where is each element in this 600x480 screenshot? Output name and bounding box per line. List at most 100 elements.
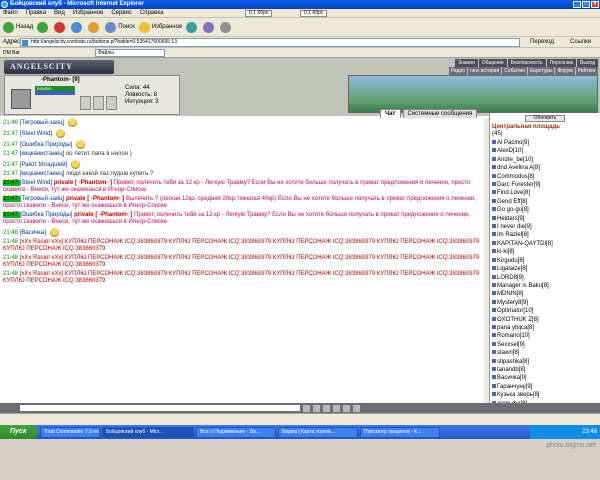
- user-list-item[interactable]: Romano[10]: [492, 332, 598, 340]
- refresh-button[interactable]: [71, 21, 84, 33]
- user-list-item[interactable]: pana ybijca[8]: [492, 324, 598, 332]
- refresh-list-button[interactable]: Обновить: [525, 115, 565, 122]
- message-nick[interactable]: [Steel Wind]: [20, 131, 54, 137]
- user-list-item[interactable]: Andre_be[10]: [492, 156, 598, 164]
- user-list-item[interactable]: Darc Forester[9]: [492, 181, 598, 189]
- user-list-item[interactable]: Sexxsel[9]: [492, 341, 598, 349]
- user-list-item[interactable]: stawri[8]: [492, 349, 598, 357]
- equip-slot[interactable]: [80, 96, 91, 110]
- chat-input[interactable]: [20, 405, 300, 411]
- maximize-button[interactable]: □: [582, 1, 590, 8]
- private-target[interactable]: private [ -Phantom- ]: [54, 180, 114, 186]
- clear-icon[interactable]: [323, 404, 330, 412]
- location-scene[interactable]: [348, 75, 598, 113]
- user-list-item[interactable]: tanandb[8]: [492, 366, 598, 374]
- nav-rating[interactable]: Рейтинг: [575, 67, 598, 75]
- nav-forum[interactable]: Форум: [555, 67, 575, 75]
- nav-knowledge[interactable]: Знания: [454, 59, 478, 67]
- message-nick[interactable]: [Тигровый-заяц]: [20, 196, 66, 202]
- menu-file[interactable]: Файл: [3, 10, 18, 16]
- message-nick[interactable]: [xXx Rasiel xXx]: [20, 271, 65, 277]
- user-list-item[interactable]: LORD8[9]: [492, 274, 598, 282]
- address-input[interactable]: http://angelscity.combats.ru/buttons.pl?…: [20, 38, 520, 47]
- task-exchange[interactable]: Биржа | Карта торгов...: [278, 426, 358, 438]
- message-nick[interactable]: [кицканистанец]: [20, 151, 66, 157]
- user-list-item[interactable]: KAPITAN-QAYTDI[8]: [492, 240, 598, 248]
- user-list-item[interactable]: Ligalaize[8]: [492, 265, 598, 273]
- user-list-item[interactable]: Gend Eff[8]: [492, 198, 598, 206]
- menu-tools[interactable]: Сервис: [111, 10, 132, 16]
- message-nick[interactable]: [xXx Rasiel xXx]: [20, 255, 65, 261]
- message-nick[interactable]: [Ошибка Природы]: [20, 142, 74, 148]
- user-list-item[interactable]: Manager is Baku[8]: [492, 282, 598, 290]
- back-button[interactable]: Назад: [3, 21, 33, 33]
- user-list-item[interactable]: AlexD[10]: [492, 147, 598, 155]
- nav-events[interactable]: События: [502, 67, 527, 75]
- character-name[interactable]: -Phantom- [9]: [41, 77, 80, 83]
- message-nick[interactable]: [xXx Rasiel xXx]: [20, 239, 65, 245]
- nav-eurotours[interactable]: Евротуры: [527, 67, 555, 75]
- user-list-item[interactable]: ki-ki[8]: [492, 248, 598, 256]
- task-dungeons[interactable]: Все о Подземельях - Da...: [196, 426, 276, 438]
- nav-character[interactable]: Персонаж: [546, 59, 577, 67]
- message-nick[interactable]: [Ракот Младший]: [20, 162, 69, 168]
- forward-button[interactable]: [37, 21, 50, 33]
- nav-security[interactable]: Безопасность: [507, 59, 546, 67]
- start-button[interactable]: Пуск: [0, 425, 38, 439]
- media-button[interactable]: [186, 21, 199, 33]
- user-list-item[interactable]: Kirgudu[8]: [492, 257, 598, 265]
- user-list-item[interactable]: Mystery8[9]: [492, 299, 598, 307]
- user-list-item[interactable]: Heldars[9]: [492, 215, 598, 223]
- equip-slot[interactable]: [106, 96, 117, 110]
- menu-edit[interactable]: Правка: [26, 10, 46, 16]
- user-list-item[interactable]: stipashka[8]: [492, 358, 598, 366]
- task-total-commander[interactable]: Total Commander 7.0 rel...: [40, 426, 100, 438]
- private-target[interactable]: private [ -Phantom- ]: [74, 212, 134, 218]
- message-nick[interactable]: [Васичка]: [20, 230, 48, 236]
- message-nick[interactable]: [Ошибка Природы]: [20, 212, 74, 218]
- message-nick[interactable]: [Steel Wind]: [20, 180, 54, 186]
- menu-favorites[interactable]: Избранное: [73, 10, 103, 16]
- print-button[interactable]: [220, 21, 233, 33]
- close-button[interactable]: ×: [591, 1, 599, 8]
- task-combats[interactable]: Бойцовский клуб - Micr...: [102, 426, 194, 438]
- user-list-item[interactable]: Find Love[8]: [492, 189, 598, 197]
- user-list-item[interactable]: I never die[9]: [492, 223, 598, 231]
- links-label[interactable]: Ссылки: [570, 37, 591, 48]
- files-select[interactable]: Файлы: [95, 49, 165, 57]
- user-list-item[interactable]: Im Raziel[8]: [492, 231, 598, 239]
- user-list-item[interactable]: Optimator[10]: [492, 307, 598, 315]
- menu-help[interactable]: Справка: [140, 10, 164, 16]
- tab-system-messages[interactable]: Системные сообщения: [402, 109, 478, 118]
- user-list-item[interactable]: Al Pacino[9]: [492, 139, 598, 147]
- exit-icon[interactable]: [353, 404, 360, 412]
- tab-chat[interactable]: Чат: [380, 109, 401, 118]
- user-list-item[interactable]: MDNIN[8]: [492, 290, 598, 298]
- nav-radio[interactable]: Радио: [448, 67, 468, 75]
- send-icon[interactable]: [303, 404, 310, 412]
- settings-icon[interactable]: [333, 404, 340, 412]
- smile-icon[interactable]: [313, 404, 320, 412]
- stop-button[interactable]: [54, 21, 67, 33]
- menu-view[interactable]: Вид: [54, 10, 65, 16]
- search-button[interactable]: Поиск: [105, 21, 135, 33]
- character-avatar[interactable]: [11, 89, 31, 109]
- nav-history[interactable]: new история: [468, 67, 502, 75]
- user-list-item[interactable]: OXOTHUK Z[8]: [492, 316, 598, 324]
- mail-button[interactable]: [203, 21, 216, 33]
- nav-exit[interactable]: Выход: [577, 59, 598, 67]
- user-list-item[interactable]: Васичка[9]: [492, 374, 598, 382]
- user-list-item[interactable]: Go go-go[8]: [492, 206, 598, 214]
- minimize-button[interactable]: _: [573, 1, 581, 8]
- message-nick[interactable]: [кицканистанец]: [20, 171, 66, 177]
- filter-icon[interactable]: [343, 404, 350, 412]
- private-target[interactable]: private [ -Phantom- ]: [66, 196, 126, 202]
- user-list-item[interactable]: Commodus[8]: [492, 173, 598, 181]
- user-list-item[interactable]: Гаранчуну[9]: [492, 383, 598, 391]
- user-list-item[interactable]: Кузька зверь[8]: [492, 391, 598, 399]
- nav-chat[interactable]: Общение: [478, 59, 507, 67]
- equip-slot[interactable]: [93, 96, 104, 110]
- task-auction[interactable]: Просмотр аукциона - K...: [360, 426, 440, 438]
- home-button[interactable]: [88, 21, 101, 33]
- message-nick[interactable]: [Тигровый-заяц]: [20, 120, 66, 126]
